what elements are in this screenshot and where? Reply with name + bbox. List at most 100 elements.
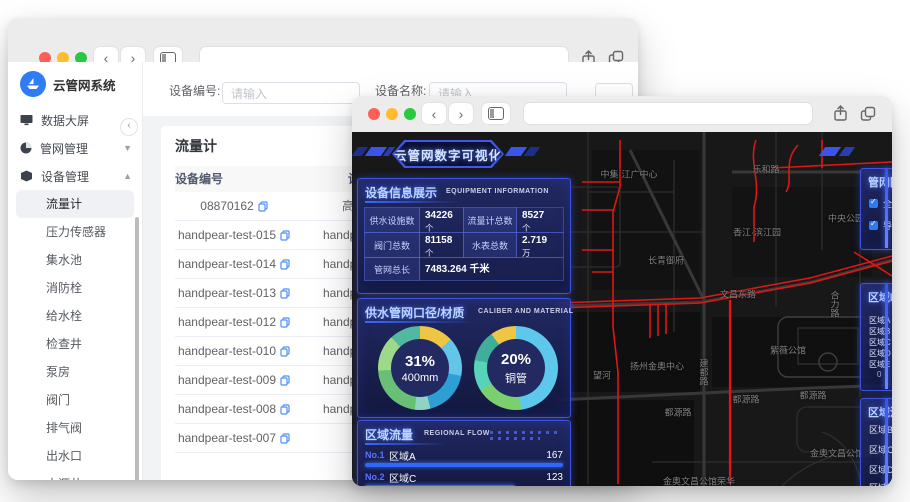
- panel-subtitle: REGIONAL FLOW: [424, 430, 490, 437]
- material-donut-chart: 20% 铜管: [474, 326, 558, 410]
- address-bar[interactable]: [524, 103, 812, 124]
- map-poi-label: 中央公园: [827, 213, 865, 224]
- forward-button[interactable]: ›: [449, 103, 473, 124]
- flow-bar: [365, 463, 563, 467]
- app-title: 云管网系统: [53, 78, 116, 93]
- legend-item: 区域D: [869, 348, 892, 359]
- close-window-button[interactable]: [368, 108, 380, 120]
- copy-icon[interactable]: [280, 432, 290, 444]
- sidebar-subitem-exhaust-valve[interactable]: 排气阀: [8, 414, 142, 442]
- chevron-up-icon: ▲: [123, 171, 132, 181]
- legend-item: 区域E: [869, 359, 892, 370]
- sidebar-subitem-water-source-well[interactable]: 水源井: [8, 470, 142, 480]
- dashboard-title-badge: 云管网数字可视化: [392, 140, 504, 168]
- deco-dots: [490, 431, 560, 434]
- card-title: 流量计: [175, 138, 217, 154]
- map-road-label: 乐和路: [752, 164, 780, 175]
- layer-option-select-all[interactable]: 全选: [869, 197, 892, 210]
- front-browser-window: ‹ › 乐和路 中集·江广中心 中央公园 香江·滨江园 长青御府 文昌东路 合力…: [352, 96, 892, 486]
- equipment-info-panel: 设备信息展示 EQUIPMENT INFORMATION 供水设施数 34226…: [357, 178, 571, 294]
- map-poi-label: 望河: [592, 370, 612, 381]
- dashboard-title: 云管网数字可视化: [394, 142, 502, 166]
- copy-icon[interactable]: [280, 374, 290, 386]
- copy-icon[interactable]: [280, 229, 290, 241]
- copy-icon[interactable]: [280, 316, 290, 328]
- legend-item: 区域A: [869, 315, 892, 326]
- layer-option-import[interactable]: 导入: [869, 219, 892, 232]
- panel-subtitle: CALIBER AND MATERIAL: [478, 308, 574, 315]
- front-browser-chrome: ‹ ›: [352, 96, 892, 133]
- sidebar-item-pipe-network[interactable]: 管网管理 ▼: [8, 134, 142, 162]
- minimize-window-button[interactable]: [386, 108, 398, 120]
- panel-title: 管网图层: [868, 177, 892, 189]
- map-road-label: 合力路: [829, 290, 840, 318]
- checkbox-checked-icon[interactable]: [869, 219, 878, 230]
- panel-edge-glow: [885, 283, 888, 389]
- back-button[interactable]: ‹: [422, 103, 446, 124]
- sidebar-subitem-pump-house[interactable]: 泵房: [8, 358, 142, 386]
- panel-title: 区域峰值: [868, 292, 892, 304]
- sidebar-subitem-collecting-pool[interactable]: 集水池: [8, 246, 142, 274]
- app-logo: [20, 71, 46, 97]
- sidebar-subitem-flow-meter[interactable]: 流量计: [16, 190, 134, 218]
- device-id: handpear-test-007: [177, 431, 277, 445]
- zoom-window-button[interactable]: [404, 108, 416, 120]
- map-road-label: 建都路: [698, 358, 709, 386]
- stat-value: 7483.264 千米: [419, 257, 564, 281]
- sidebar-toggle-button[interactable]: [482, 103, 510, 124]
- title-underline: [365, 321, 475, 323]
- stat-label: 水表总数: [463, 232, 517, 258]
- share-button[interactable]: [828, 103, 852, 124]
- app-logo-row: 云管网系统: [8, 62, 142, 106]
- column-header-device-id: 设备编号: [175, 172, 224, 186]
- list-item: 区域D: [869, 465, 892, 475]
- copy-icon[interactable]: [280, 403, 290, 415]
- panel-subtitle: EQUIPMENT INFORMATION: [446, 188, 549, 195]
- copy-icon[interactable]: [280, 345, 290, 357]
- checkbox-checked-icon[interactable]: [869, 197, 878, 208]
- sidebar-subitem-pressure-sensor[interactable]: 压力传感器: [8, 218, 142, 246]
- map-poi-label: 扬州金奥中心: [629, 361, 685, 372]
- stat-label: 流量计总数: [463, 207, 517, 233]
- sidebar-item-devices[interactable]: 设备管理 ▲: [8, 162, 142, 190]
- sidebar-subitem-water-hydrant[interactable]: 给水栓: [8, 302, 142, 330]
- stat-label: 供水设施数: [364, 207, 420, 233]
- regional-flow-panel: 区域流量 REGIONAL FLOW No.1 区域A 167 No.2 区域C…: [357, 420, 571, 486]
- tabs-icon: [860, 106, 876, 121]
- sidebar-subitem-valve[interactable]: 阀门: [8, 386, 142, 414]
- back-browser-chrome: ‹ ›: [8, 18, 638, 69]
- list-item: 区域B: [869, 425, 892, 435]
- title-underline: [365, 201, 460, 203]
- copy-icon[interactable]: [280, 287, 290, 299]
- panel-edge-glow: [885, 168, 888, 248]
- device-id: handpear-test-012: [177, 315, 277, 329]
- sidebar-collapse-button[interactable]: ‹: [120, 118, 138, 136]
- device-box-icon: [21, 170, 32, 182]
- chevron-down-icon: ▼: [123, 143, 132, 153]
- sidebar-toggle-icon: [488, 107, 504, 120]
- stat-value: 8527 个: [516, 207, 564, 233]
- device-id: handpear-test-010: [177, 344, 277, 358]
- copy-icon[interactable]: [280, 258, 290, 270]
- panel-title: 区域流量: [365, 428, 414, 442]
- device-id: handpear-test-014: [177, 257, 277, 271]
- panel-title: 区域流量: [868, 407, 892, 419]
- device-id: 08870162: [200, 199, 254, 213]
- map-poi-label: 长青御府: [647, 255, 685, 266]
- axis-zero-label: 0: [877, 370, 882, 379]
- sidebar-subitem-fire-hydrant[interactable]: 消防栓: [8, 274, 142, 302]
- sidebar-subitem-water-outlet[interactable]: 出水口: [8, 442, 142, 470]
- tab-overview-button[interactable]: [856, 103, 880, 124]
- device-id-input[interactable]: 请输入: [222, 82, 360, 104]
- admin-sidebar: 云管网系统 ‹ 数据大屏 管网管理 ▼ 设备管理 ▲ 流量计 压力传感器 集水池…: [8, 62, 143, 480]
- legend-item: 区域C: [869, 337, 892, 348]
- title-underline: [365, 443, 445, 445]
- stat-label: 管网总长: [364, 257, 420, 281]
- screen-icon: [20, 115, 33, 126]
- device-id: handpear-test-015: [177, 228, 277, 242]
- copy-icon[interactable]: [258, 200, 268, 212]
- list-item: 区域C: [869, 445, 892, 455]
- deco-dots: [490, 437, 540, 440]
- sidebar-subitem-inspection-well[interactable]: 检查井: [8, 330, 142, 358]
- sidebar-scrollbar[interactable]: [135, 217, 139, 480]
